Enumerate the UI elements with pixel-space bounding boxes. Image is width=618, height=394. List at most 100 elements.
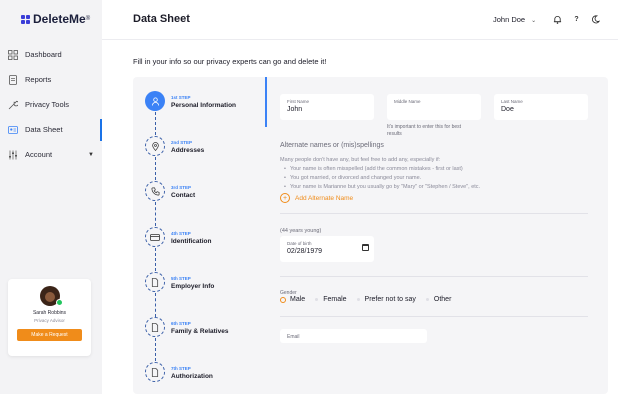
step-label: Employer Info <box>171 283 215 290</box>
wrench-icon <box>8 100 19 110</box>
sidebar-item-account[interactable]: Account ▼ <box>0 142 102 167</box>
location-pin-icon <box>145 136 165 156</box>
field-value: Doe <box>501 106 514 113</box>
add-alternate-name-button[interactable]: + Add Alternate Name <box>280 193 353 203</box>
first-name-field[interactable]: First Name John <box>280 94 374 120</box>
step-connector <box>155 293 156 317</box>
alternate-names-description: Many people don't have any, but feel fre… <box>280 156 480 192</box>
bell-icon[interactable] <box>551 13 564 26</box>
field-label: Date of birth <box>287 241 312 246</box>
gender-option-prefer-not-to-say[interactable]: Prefer not to say <box>356 296 416 303</box>
step-identification[interactable]: 4th STEP Identification <box>145 227 255 251</box>
alternate-names-title: Alternate names or (mis)spellings <box>280 142 384 149</box>
date-of-birth-field[interactable]: Date of birth 02/28/1979 <box>280 236 374 262</box>
gender-option-male[interactable]: Male <box>280 296 305 303</box>
step-connector <box>155 112 156 135</box>
header-divider <box>102 39 618 40</box>
gender-radio-group: Male Female Prefer not to say Other <box>280 296 461 303</box>
step-number: 7th STEP <box>171 366 191 371</box>
report-icon <box>8 74 18 85</box>
chevron-down-icon: ⌄ <box>531 18 537 24</box>
list-item: Your name is Marianne but you usually go… <box>280 183 480 192</box>
step-label: Contact <box>171 192 196 199</box>
section-divider <box>280 213 588 214</box>
step-number: 2nd STEP <box>171 140 193 145</box>
user-icon <box>145 91 165 111</box>
gender-option-female[interactable]: Female <box>315 296 347 303</box>
gender-option-other[interactable]: Other <box>425 296 451 303</box>
sidebar-item-label: Reports <box>25 75 52 84</box>
logo-text: DeleteMe <box>33 12 86 26</box>
sidebar-item-label: Data Sheet <box>25 125 63 134</box>
step-family-relatives[interactable]: 6th STEP Family & Relatives <box>145 317 255 341</box>
advisor-role: Privacy Advisor <box>34 318 65 323</box>
step-personal-information[interactable]: 1st STEP Personal Information <box>145 91 255 115</box>
sidebar-item-label: Privacy Tools <box>25 100 70 109</box>
alternate-names-intro: Many people don't have any, but feel fre… <box>280 157 441 163</box>
user-menu[interactable]: John Doe ⌄ <box>493 15 536 24</box>
plus-icon: + <box>280 193 290 203</box>
gender-option-label: Male <box>290 296 306 303</box>
step-number: 4th STEP <box>171 231 191 236</box>
caret-down-icon: ▼ <box>88 151 94 158</box>
help-icon[interactable]: ? <box>570 13 583 26</box>
field-label: Last Name <box>501 99 523 104</box>
step-connector <box>155 202 156 226</box>
step-number: 5th STEP <box>171 276 191 281</box>
step-number: 6th STEP <box>171 321 191 326</box>
online-status-icon <box>55 299 63 306</box>
step-addresses[interactable]: 2nd STEP Addresses <box>145 136 255 160</box>
alternate-names-bullets: Your name is often misspelled (add the c… <box>280 165 480 192</box>
dark-mode-icon[interactable] <box>589 13 602 26</box>
intro-text: Fill in your info so our privacy experts… <box>133 57 327 66</box>
sidebar-item-privacy-tools[interactable]: Privacy Tools <box>0 92 102 117</box>
field-label: Middle Name <box>394 99 421 104</box>
step-employer-info[interactable]: 5th STEP Employer Info <box>145 272 255 296</box>
middle-name-hint: It's important to enter this for best re… <box>387 124 462 137</box>
sidebar-item-reports[interactable]: Reports <box>0 67 102 92</box>
radio-icon <box>315 298 319 301</box>
step-authorization[interactable]: 7th STEP Authorization <box>145 362 255 386</box>
list-item: You got married, or divorced and changed… <box>280 174 480 183</box>
field-label: First Name <box>287 99 310 104</box>
last-name-field[interactable]: Last Name Doe <box>494 94 588 120</box>
step-label: Authorization <box>171 373 213 380</box>
document-icon <box>145 272 165 292</box>
email-field[interactable] <box>280 329 427 343</box>
gender-option-label: Female <box>323 296 347 303</box>
sidebar-item-data-sheet[interactable]: Data Sheet <box>0 117 102 142</box>
advisor-name: Sarah Robbins <box>32 310 67 316</box>
document-icon <box>145 362 165 382</box>
sidebar-item-label: Dashboard <box>25 50 62 59</box>
age-text: (44 years young) <box>280 228 322 234</box>
step-connector <box>155 338 156 361</box>
step-number: 1st STEP <box>171 95 191 100</box>
add-alternate-name-label: Add Alternate Name <box>295 194 354 202</box>
list-item: Your name is often misspelled (add the c… <box>280 165 480 174</box>
section-divider <box>280 276 588 277</box>
middle-name-field[interactable]: Middle Name <box>387 94 481 120</box>
id-card-icon <box>8 125 18 135</box>
step-label: Personal Information <box>171 102 237 109</box>
step-contact[interactable]: 3rd STEP Contact <box>145 181 255 205</box>
logo-mark-icon <box>21 14 30 24</box>
step-connector <box>155 248 156 271</box>
step-label: Family & Relatives <box>171 328 229 335</box>
active-section-indicator <box>265 77 267 127</box>
trademark-symbol: ® <box>85 16 91 22</box>
sidebar: DeleteMe ® Dashboard Reports Privacy Tool… <box>0 0 102 394</box>
dashboard-icon <box>8 49 18 60</box>
document-icon <box>145 317 165 337</box>
sidebar-item-dashboard[interactable]: Dashboard <box>0 42 102 67</box>
field-value: 02/28/1979 <box>287 248 323 255</box>
step-label: Identification <box>171 238 212 245</box>
deleteme-logo[interactable]: DeleteMe ® <box>21 12 90 26</box>
radio-icon <box>280 296 286 303</box>
page-title: Data Sheet <box>133 13 190 25</box>
calendar-icon[interactable] <box>362 244 369 251</box>
gender-option-label: Prefer not to say <box>364 296 416 303</box>
avatar <box>39 286 63 306</box>
make-request-button[interactable]: Make a Request <box>17 329 82 341</box>
email-label: Email <box>287 334 300 340</box>
step-connector <box>155 157 156 180</box>
